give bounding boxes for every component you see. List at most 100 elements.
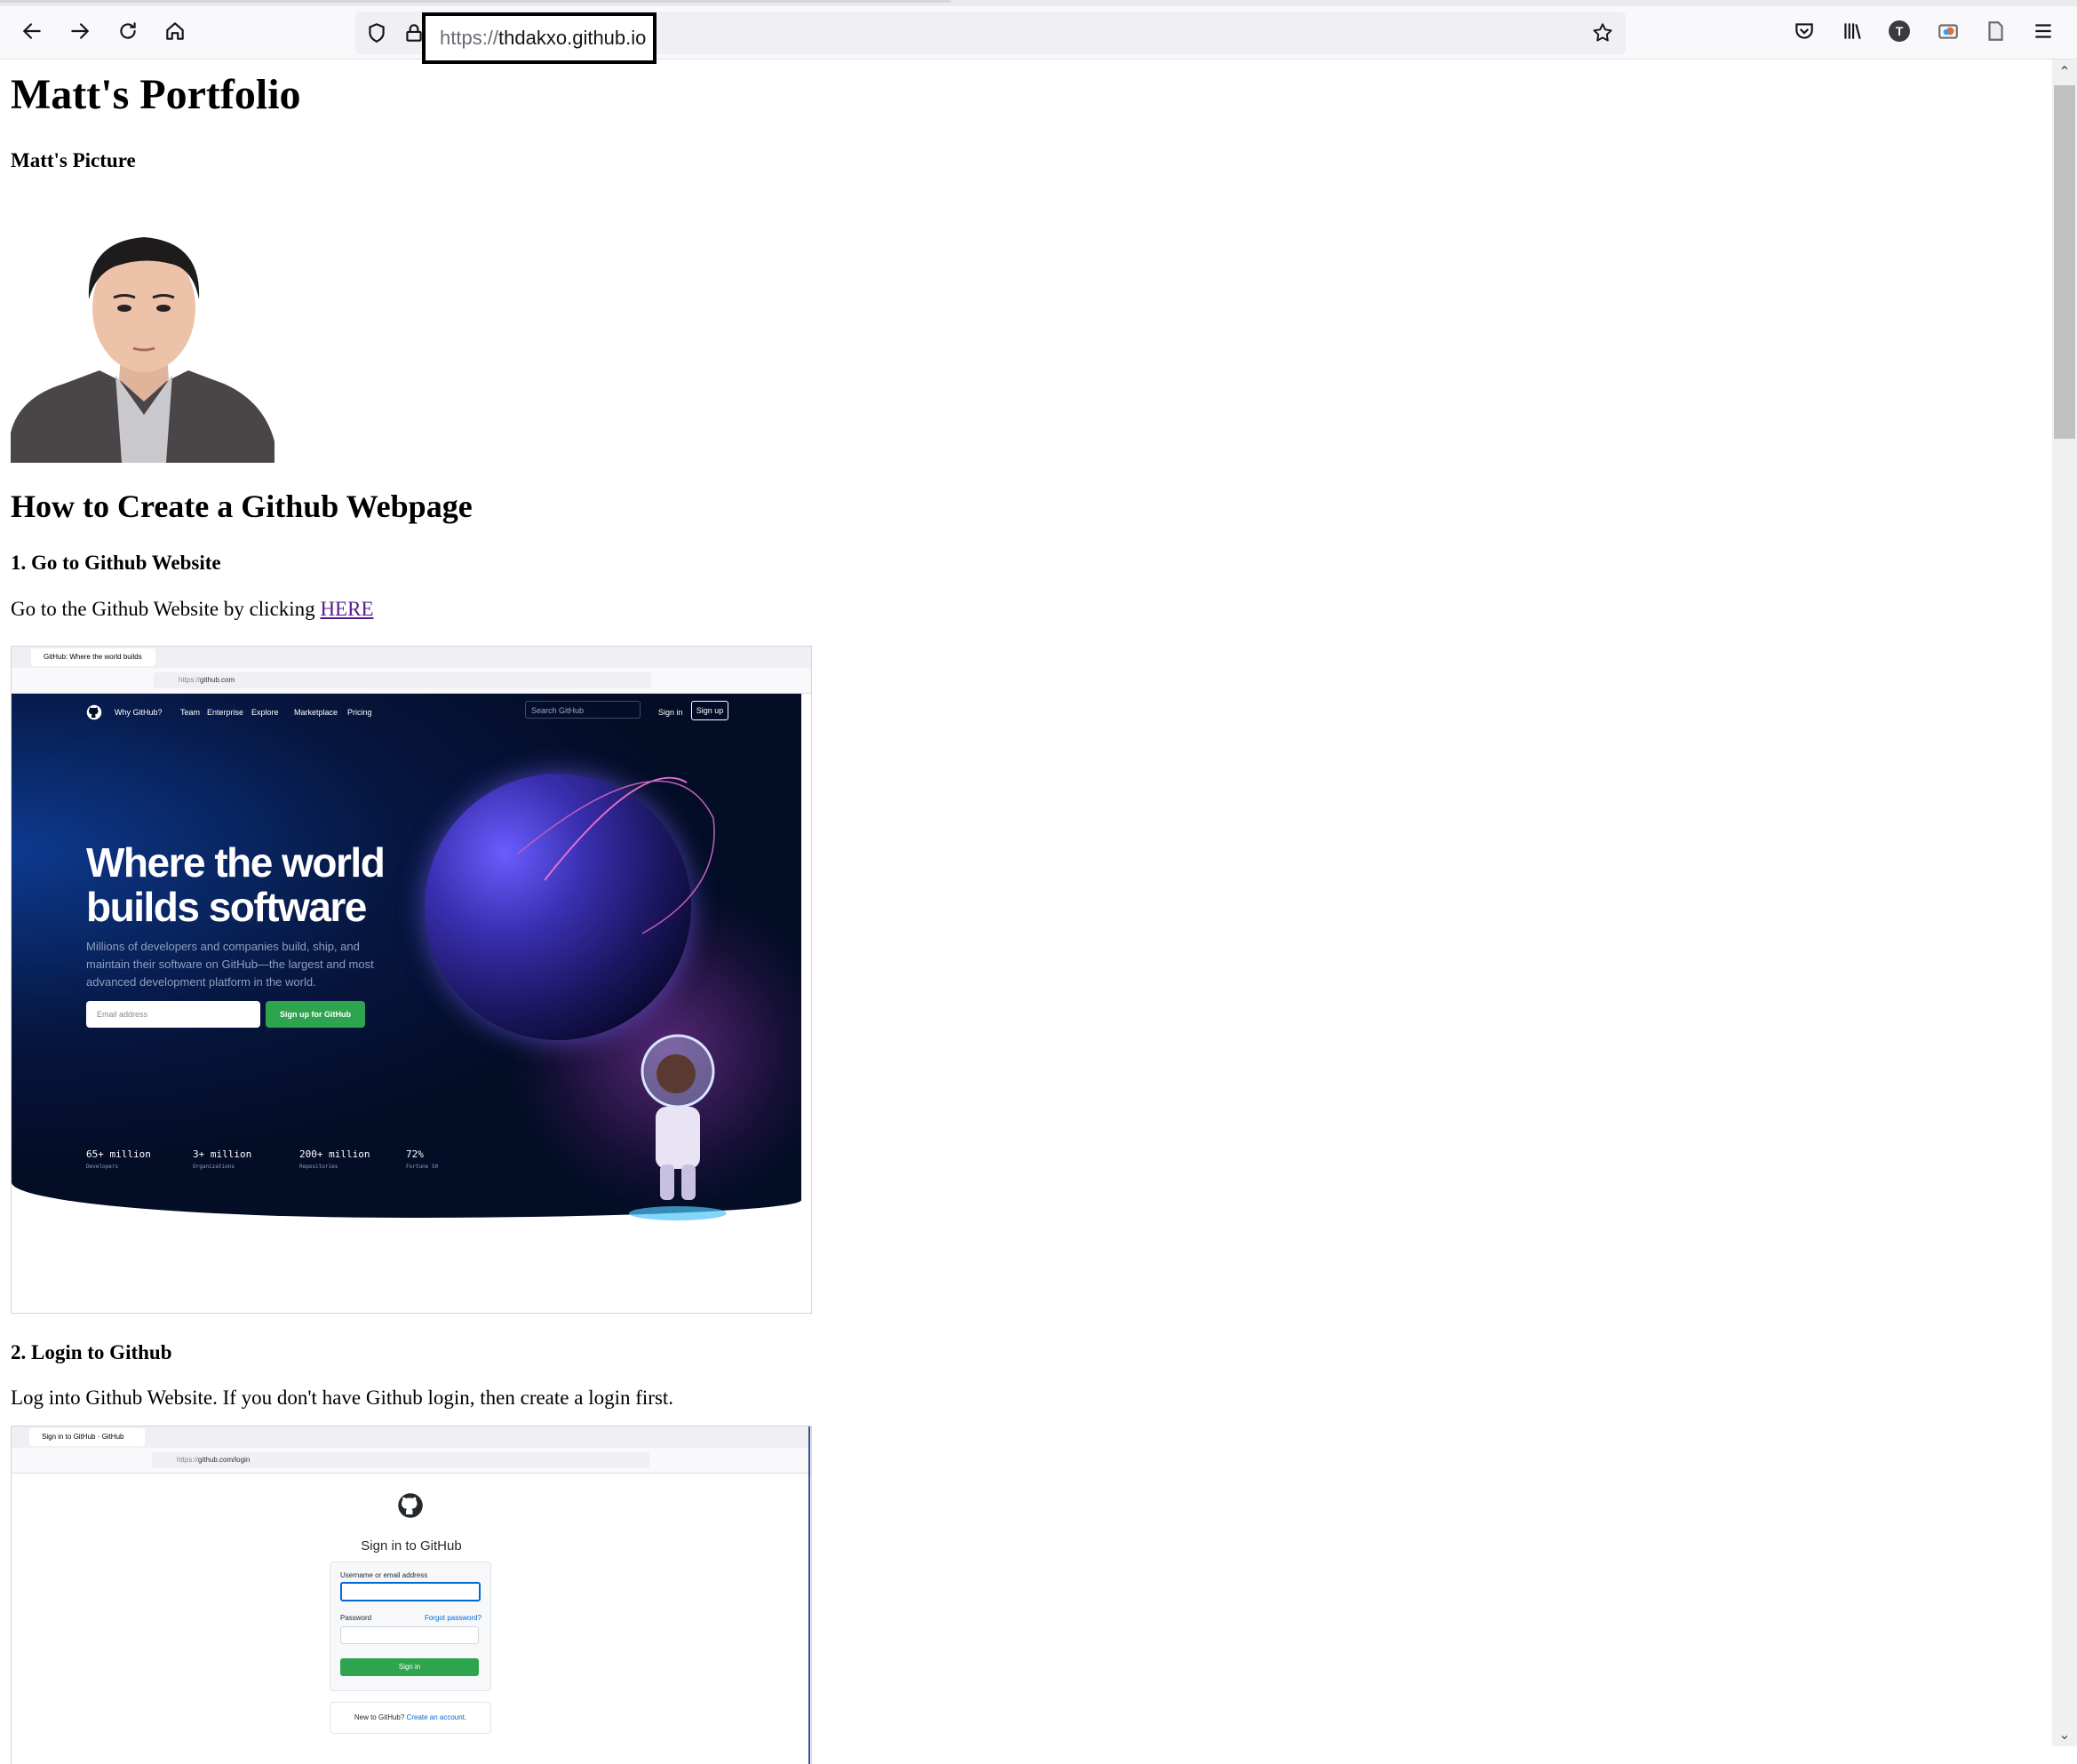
password-field — [340, 1626, 479, 1644]
arrow-left-icon — [22, 23, 41, 39]
nav-search: Search GitHub — [525, 701, 641, 719]
url-scheme: https:// — [440, 27, 499, 49]
shield-icon — [369, 23, 385, 43]
username-field — [340, 1582, 481, 1601]
screenshot-edge-line — [808, 1426, 810, 1764]
stat-value: 72% — [406, 1148, 424, 1160]
forgot-password-link: Forgot password? — [424, 1614, 481, 1622]
tracking-protection-button[interactable] — [361, 17, 393, 49]
step1-text: Go to the Github Website by clicking HER… — [11, 598, 374, 621]
stat-label: Developers — [86, 1164, 119, 1170]
page-title: Matt's Portfolio — [11, 71, 301, 118]
hero-email-input: Email address — [86, 1001, 260, 1028]
screenshot-url: https://github.com — [154, 672, 651, 688]
globe-arc-lines — [517, 776, 715, 934]
picture-heading: Matt's Picture — [11, 149, 136, 171]
screenshot-tab: Sign in to GitHub · GitHub — [29, 1428, 145, 1446]
github-homepage-screenshot: GitHub: Where the world builds https://g… — [11, 646, 812, 1314]
screenshot-nav-bar: https://github.com — [12, 668, 811, 694]
hero-subtext: Millions of developers and companies bui… — [86, 940, 374, 989]
screenshot-url-host: github.com — [200, 676, 235, 684]
browser-toolbar: https://thdakxo.github.io T — [0, 0, 2077, 64]
screenshot-nav-bar: https://github.com/login — [12, 1448, 811, 1474]
forward-button[interactable] — [64, 15, 96, 47]
library-button[interactable] — [1836, 15, 1868, 47]
bookmark-star-button[interactable] — [1587, 17, 1619, 49]
stat-developers: 65+ million Developers — [86, 1148, 151, 1170]
create-account-link: Create an account. — [406, 1713, 467, 1721]
screenshot-tab-bar: GitHub: Where the world builds — [12, 647, 811, 668]
nav-explore: Explore — [251, 708, 279, 717]
hero-headline-line2: builds software — [86, 884, 367, 930]
hamburger-menu-icon — [2035, 24, 2051, 38]
home-button[interactable] — [159, 15, 191, 47]
password-label: Password — [340, 1614, 372, 1622]
screenshot-tab-bar: Sign in to GitHub · GitHub — [12, 1426, 811, 1448]
scroll-down-arrow[interactable]: ⌄ — [2054, 1723, 2075, 1744]
new-to-github-text: New to GitHub? — [354, 1713, 407, 1721]
hero-headline: Where the world builds software — [86, 839, 386, 930]
account-button[interactable]: T — [1883, 15, 1915, 47]
nav-why: Why GitHub? — [115, 708, 163, 717]
step2-heading: 2. Login to Github — [11, 1341, 172, 1363]
nav-pricing: Pricing — [347, 708, 372, 717]
library-icon — [1844, 23, 1861, 39]
page-icon — [1988, 21, 2003, 41]
github-link[interactable]: HERE — [320, 598, 373, 620]
stat-value: 65+ million — [86, 1148, 151, 1160]
hero-headline-line1: Where the world — [86, 839, 386, 886]
extension-icon — [1938, 24, 1958, 39]
github-page: Why GitHub? Team Enterprise Explore Mark… — [12, 694, 801, 1313]
signin-button: Sign in — [340, 1658, 479, 1676]
reload-button[interactable] — [112, 15, 144, 47]
stat-fortune: 72% Fortune 50 — [406, 1148, 438, 1170]
mona-astronaut-illustration — [629, 1034, 727, 1220]
reload-icon — [120, 22, 136, 39]
profile-photo — [11, 211, 275, 463]
stat-value: 3+ million — [193, 1148, 252, 1160]
back-button[interactable] — [16, 15, 48, 47]
github-logo-icon — [86, 704, 102, 720]
stat-repositories: 200+ million Repositories — [299, 1148, 370, 1170]
login-title: Sign in to GitHub — [361, 1538, 462, 1553]
url-host: thdakxo.github.io — [498, 27, 647, 49]
reader-view-button[interactable] — [1979, 15, 2011, 47]
step1-heading: 1. Go to Github Website — [11, 552, 221, 574]
star-icon — [1593, 23, 1612, 42]
create-account-box: New to GitHub? Create an account. — [330, 1702, 491, 1734]
arrow-right-icon — [71, 23, 90, 39]
extension-button[interactable] — [1932, 15, 1964, 47]
stat-label: Repositories — [299, 1164, 338, 1170]
screenshot-url: https://github.com/login — [152, 1452, 649, 1468]
stat-value: 200+ million — [299, 1148, 370, 1160]
nav-marketplace: Marketplace — [294, 708, 338, 717]
pocket-button[interactable] — [1788, 15, 1820, 47]
username-label: Username or email address — [340, 1571, 428, 1579]
nav-team: Team — [180, 708, 201, 717]
github-nav: Why GitHub? Team Enterprise Explore Mark… — [12, 694, 801, 733]
menu-button[interactable] — [2027, 15, 2059, 47]
stat-label: Organizations — [193, 1164, 235, 1170]
pocket-icon — [1795, 23, 1813, 39]
stat-organizations: 3+ million Organizations — [193, 1148, 251, 1170]
nav-enterprise: Enterprise — [207, 708, 244, 717]
stat-label: Fortune 50 — [406, 1164, 439, 1170]
github-login-screenshot: Sign in to GitHub · GitHub https://githu… — [11, 1426, 812, 1764]
screenshot-tab: GitHub: Where the world builds — [31, 648, 155, 666]
tab-strip-edge — [0, 0, 2077, 6]
step2-text: Log into Github Website. If you don't ha… — [11, 1387, 674, 1409]
nav-signup: Sign up — [691, 701, 728, 720]
screenshot-url-scheme: https:// — [177, 1456, 199, 1464]
scroll-thumb[interactable] — [2054, 85, 2075, 439]
github-logo-icon — [398, 1493, 423, 1518]
nav-signin: Sign in — [658, 708, 683, 717]
scroll-up-arrow[interactable]: ⌃ — [2054, 60, 2075, 82]
home-icon — [166, 22, 184, 40]
screenshot-url-scheme: https:// — [179, 676, 201, 684]
url-text[interactable]: https://thdakxo.github.io — [422, 12, 657, 64]
screenshot-url-host: github.com/login — [198, 1456, 251, 1464]
step1-body: Go to the Github Website by clicking — [11, 598, 321, 620]
account-avatar: T — [1889, 20, 1910, 42]
hero-signup-button: Sign up for GitHub — [266, 1001, 365, 1028]
guide-heading: How to Create a Github Webpage — [11, 489, 473, 524]
